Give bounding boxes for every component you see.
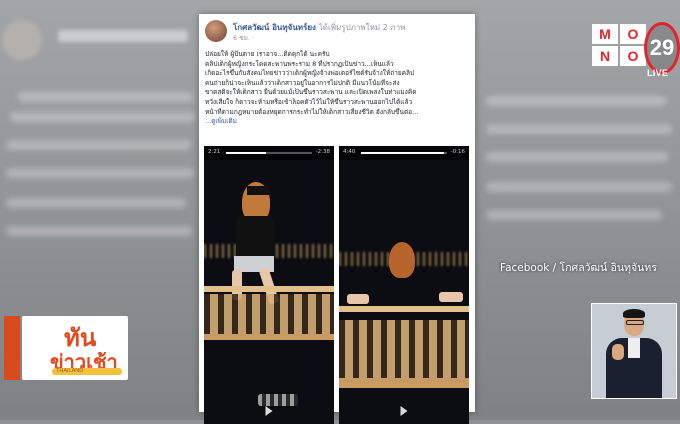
facebook-post: โกศลวัฒน์ อินทุจันทร์ยง ได้เพิ่มรูปภาพให… <box>199 14 475 424</box>
blurred-text-line <box>18 92 193 102</box>
source-caption: Facebook / โกศลวัฒน์ อินทุจันทร <box>500 262 657 274</box>
blurred-author <box>58 30 188 42</box>
video-track[interactable] <box>361 152 447 154</box>
person-arm <box>347 294 369 304</box>
blurred-text-line <box>6 168 194 178</box>
person-hair <box>389 242 415 278</box>
interpreter-shirt <box>628 338 640 358</box>
video-current-time: 4:40 <box>343 149 356 155</box>
video-remaining-time: -2:38 <box>315 149 330 155</box>
video-current-time: 2:21 <box>208 149 221 155</box>
blurred-text-line <box>486 182 672 192</box>
play-icon[interactable] <box>265 406 273 416</box>
logo-letter: O <box>620 24 646 44</box>
blurred-text-line <box>486 96 666 106</box>
video-thumbnail-1[interactable]: 2:21 -2:38 <box>204 146 334 424</box>
blurred-text-line <box>10 112 195 122</box>
logo-number: 29 <box>644 22 680 74</box>
bridge-railing-top <box>339 306 469 312</box>
mono-wordmark: M O N O <box>592 24 648 68</box>
program-logo-box: ทัน ข่าวเช้า THAILAND <box>22 316 128 380</box>
blurred-text-line <box>486 124 672 134</box>
sign-language-interpreter-inset <box>591 303 677 399</box>
blurred-avatar <box>2 20 42 60</box>
video-track-fill <box>226 152 267 154</box>
video-progress-bar[interactable]: 2:21 -2:38 <box>204 146 334 160</box>
live-label: LIVE <box>647 68 669 78</box>
video-progress-bar[interactable]: 4:40 -0:16 <box>339 146 469 160</box>
play-icon[interactable] <box>400 406 408 416</box>
program-logo: ทัน ข่าวเช้า THAILAND <box>4 316 128 380</box>
bridge-railing-base <box>204 334 334 340</box>
post-text-line: คนถ่ายก็น่าจะเห็นแล้วว่าเด็กสาวอยู่ในอาก… <box>205 78 400 87</box>
program-strip-text: THAILAND <box>56 368 84 374</box>
author-avatar[interactable] <box>205 20 227 42</box>
bridge-railing <box>204 294 334 334</box>
post-text-line: ปล่อยให้ ผู้ป้นตาย เราอาจ...ติดคุกได้ นะ… <box>205 50 330 58</box>
interpreter-glasses <box>626 320 644 325</box>
logo-letter: M <box>592 24 618 44</box>
interpreter-hand <box>612 344 624 360</box>
post-text: ปล่อยให้ ผู้ป้นตาย เราอาจ...ติดคุกได้ นะ… <box>205 50 469 127</box>
post-action-text: ได้เพิ่มรูปภาพใหม่ 2 ภาพ <box>318 23 406 32</box>
face-blur <box>247 186 269 195</box>
bridge-railing-base <box>339 378 469 388</box>
mono29-logo: M O N O 29 LIVE <box>592 22 680 80</box>
person-arm <box>439 292 463 302</box>
post-timestamp[interactable]: 6 ชม. · <box>233 33 254 43</box>
items-on-ground <box>258 394 298 406</box>
bridge-railing-top <box>204 286 334 292</box>
post-text-line: คลิปเด็กผู้หญิงกระโดดสะพานพระราม 8 ที่ปร… <box>205 59 394 68</box>
blurred-text-line <box>6 198 186 208</box>
video-track-fill <box>361 152 445 154</box>
post-header: โกศลวัฒน์ อินทุจันทร์ยง ได้เพิ่มรูปภาพให… <box>205 20 469 46</box>
program-logo-bar <box>4 316 20 380</box>
interpreter-hair <box>623 309 645 318</box>
post-text-line: หวังเสียใจ ก็ดาวจะห้ามหรือเข้าล็อคตัวไว้… <box>205 97 413 106</box>
see-more-link[interactable]: ...ดูเพิ่มเติม <box>205 117 469 127</box>
video-track[interactable] <box>226 152 312 154</box>
blurred-text-line <box>6 226 192 236</box>
logo-letter: N <box>592 46 618 66</box>
post-author-line: โกศลวัฒน์ อินทุจันทร์ยง ได้เพิ่มรูปภาพให… <box>233 21 405 34</box>
logo-letter: O <box>620 46 646 66</box>
author-name-link[interactable]: โกศลวัฒน์ อินทุจันทร์ยง <box>233 23 316 32</box>
blurred-text-line <box>486 210 662 220</box>
blurred-text-line <box>486 152 668 162</box>
post-text-line: เกิดอะไรขึ้นกับสังคมไทยข่าวว่าเด็กผู้หญิ… <box>205 69 415 78</box>
post-text-line: ขาดสติจะให้เด็กสาว ยืนด้วยแม้เป็นขึ้นราว… <box>205 88 417 97</box>
video-remaining-time: -0:16 <box>450 149 465 155</box>
bridge-railing <box>339 320 469 378</box>
blurred-text-line <box>6 140 191 150</box>
post-text-line: หน้าที่ตามกฎหมายต้องหยุดการกระทำไม่ให้เด… <box>205 107 419 116</box>
person-body <box>236 216 274 260</box>
video-thumbnail-2[interactable]: 4:40 -0:16 <box>339 146 469 424</box>
